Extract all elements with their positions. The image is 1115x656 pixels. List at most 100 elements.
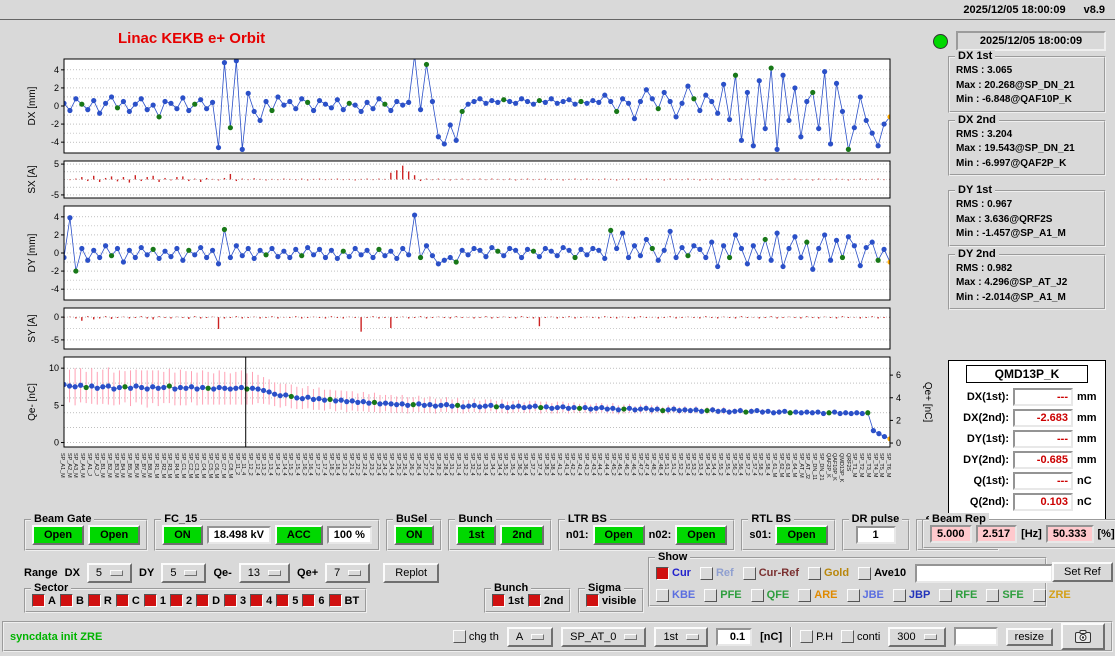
checkbox-indicator[interactable]	[328, 594, 342, 607]
checkbox-indicator[interactable]	[527, 594, 541, 607]
qmd-row: DY(2nd): -0.685 mm	[953, 451, 1101, 469]
ph-checkbox[interactable]: P.H	[800, 630, 833, 643]
checkbox-indicator[interactable]	[302, 594, 316, 607]
show-qfe-checkbox[interactable]: QFE	[750, 588, 790, 602]
sector-6-checkbox[interactable]: 6	[302, 594, 325, 607]
checkbox-indicator[interactable]	[59, 594, 73, 607]
range-dy-select[interactable]: 5	[161, 563, 207, 583]
bunch-2nd-checkbox[interactable]: 2nd	[527, 594, 563, 607]
sector-b-checkbox[interactable]: B	[59, 594, 84, 607]
show-ref-checkbox[interactable]: Ref	[699, 566, 734, 580]
checkbox-indicator[interactable]	[492, 594, 505, 607]
checkbox-indicator[interactable]	[750, 588, 764, 602]
checkbox-indicator[interactable]	[808, 566, 822, 580]
show-pfe-checkbox[interactable]: PFE	[704, 588, 742, 602]
checkbox-indicator[interactable]	[32, 594, 45, 607]
rtl-s01-open-button[interactable]: Open	[775, 525, 828, 545]
bunch-1st-button[interactable]: 1st	[456, 525, 497, 545]
checkbox-indicator[interactable]	[452, 630, 466, 643]
sector-c-checkbox[interactable]: C	[115, 594, 140, 607]
bunch-1st-checkbox[interactable]: 1st	[492, 594, 524, 607]
ltr-n01-open-button[interactable]: Open	[592, 525, 645, 545]
svg-text:-5: -5	[51, 335, 59, 345]
checkbox-indicator[interactable]	[939, 588, 953, 602]
beam-gate-open-button-1[interactable]: Open	[32, 525, 85, 545]
checkbox-indicator[interactable]	[986, 588, 1000, 602]
chg-th-label: chg th	[468, 630, 499, 643]
checkbox-indicator[interactable]	[250, 594, 264, 607]
range-dx-select[interactable]: 5	[86, 563, 133, 583]
sector-4-checkbox[interactable]: 4	[250, 594, 272, 607]
fc15-acc-button[interactable]: ACC	[274, 525, 323, 545]
ltr-n02-open-button[interactable]: Open	[675, 525, 728, 545]
show-gold-checkbox[interactable]: Gold	[808, 566, 849, 580]
interval-input[interactable]	[953, 627, 998, 646]
sector-1-checkbox[interactable]: 1	[143, 594, 166, 607]
fc15-on-button[interactable]: ON	[162, 525, 203, 545]
show-are-checkbox[interactable]: ARE	[798, 588, 838, 602]
stat-max: Max : 3.636@QRF2S	[956, 213, 1053, 225]
checkbox-indicator[interactable]	[87, 594, 101, 607]
show-cur-ref-checkbox[interactable]: Cur-Ref	[742, 566, 799, 580]
show-kbe-checkbox[interactable]: KBE	[656, 588, 695, 602]
checkbox-indicator[interactable]	[196, 594, 210, 607]
bunch-2nd-button[interactable]: 2nd	[500, 525, 544, 545]
replot-button[interactable]: Replot	[383, 563, 440, 583]
checkbox-indicator[interactable]	[841, 630, 855, 643]
bpm-readout-panel: QMD13P_K DX(1st): --- mm DX(2nd): -2.683…	[948, 360, 1106, 521]
checkbox-indicator[interactable]	[699, 566, 713, 580]
sector-1-label: 1	[159, 594, 166, 607]
sector-5-checkbox[interactable]: 5	[276, 594, 298, 607]
show-rfe-checkbox[interactable]: RFE	[939, 588, 977, 602]
checkbox-indicator[interactable]	[224, 594, 238, 607]
chg-th-checkbox[interactable]: chg th	[452, 630, 499, 643]
checkbox-indicator[interactable]	[115, 594, 129, 607]
set-ref-button[interactable]: Set Ref	[1052, 562, 1113, 582]
sector-select[interactable]: A	[506, 626, 554, 647]
optionmenu-indicator-icon	[268, 570, 282, 576]
interval-select[interactable]: 300	[888, 626, 946, 647]
sector-d-checkbox[interactable]: D	[196, 594, 220, 607]
checkbox-indicator[interactable]	[742, 566, 756, 580]
screenshot-button[interactable]	[1061, 623, 1105, 650]
sigma-visible-checkbox[interactable]: visible	[586, 594, 636, 607]
show-ave10-checkbox[interactable]: Ave10	[858, 566, 907, 580]
bunch-order-select[interactable]: 1st	[654, 626, 709, 647]
checkbox-indicator[interactable]	[704, 588, 718, 602]
range-qep-select[interactable]: 7	[325, 563, 371, 583]
sector-3-checkbox[interactable]: 3	[224, 594, 246, 607]
show-jbp-checkbox[interactable]: JBP	[892, 588, 930, 602]
checkbox-indicator[interactable]	[892, 588, 906, 602]
checkbox-indicator[interactable]	[169, 594, 183, 607]
show-ave10-label: Ave10	[874, 567, 907, 579]
range-qem-select[interactable]: 13	[238, 563, 291, 583]
checkbox-indicator[interactable]	[586, 594, 599, 607]
ref-file-input[interactable]	[915, 563, 1054, 583]
show-cur-checkbox[interactable]: Cur	[656, 566, 691, 580]
resize-button[interactable]: resize	[1005, 627, 1053, 646]
checkbox-indicator[interactable]	[858, 566, 872, 580]
conti-checkbox[interactable]: conti	[841, 630, 880, 643]
sector-r-checkbox[interactable]: R	[87, 594, 112, 607]
sector-a-checkbox[interactable]: A	[32, 594, 56, 607]
show-ref-label: Ref	[715, 567, 734, 579]
checkbox-indicator[interactable]	[1032, 588, 1046, 602]
bpm-select[interactable]: SP_AT_0	[561, 626, 647, 647]
show-sfe-checkbox[interactable]: SFE	[986, 588, 1024, 602]
beam-gate-open-button-2[interactable]: Open	[88, 525, 141, 545]
checkbox-indicator[interactable]	[800, 630, 814, 643]
checkbox-indicator[interactable]	[656, 588, 669, 602]
checkbox-indicator[interactable]	[656, 566, 669, 580]
stat-min: Min : -6.848@QAF10P_K	[956, 94, 1072, 105]
stat-rms: RMS : 3.065	[956, 65, 1013, 76]
checkbox-indicator[interactable]	[798, 588, 812, 602]
show-jbe-checkbox[interactable]: JBE	[846, 588, 884, 602]
sector-bt-checkbox[interactable]: BT	[328, 594, 359, 607]
sector-2-checkbox[interactable]: 2	[169, 594, 192, 607]
checkbox-indicator[interactable]	[276, 594, 290, 607]
busel-on-button[interactable]: ON	[393, 525, 435, 545]
checkbox-indicator[interactable]	[846, 588, 860, 602]
show-zre-checkbox[interactable]: ZRE	[1032, 588, 1071, 602]
show-qfe-label: QFE	[766, 589, 790, 601]
checkbox-indicator[interactable]	[143, 594, 157, 607]
